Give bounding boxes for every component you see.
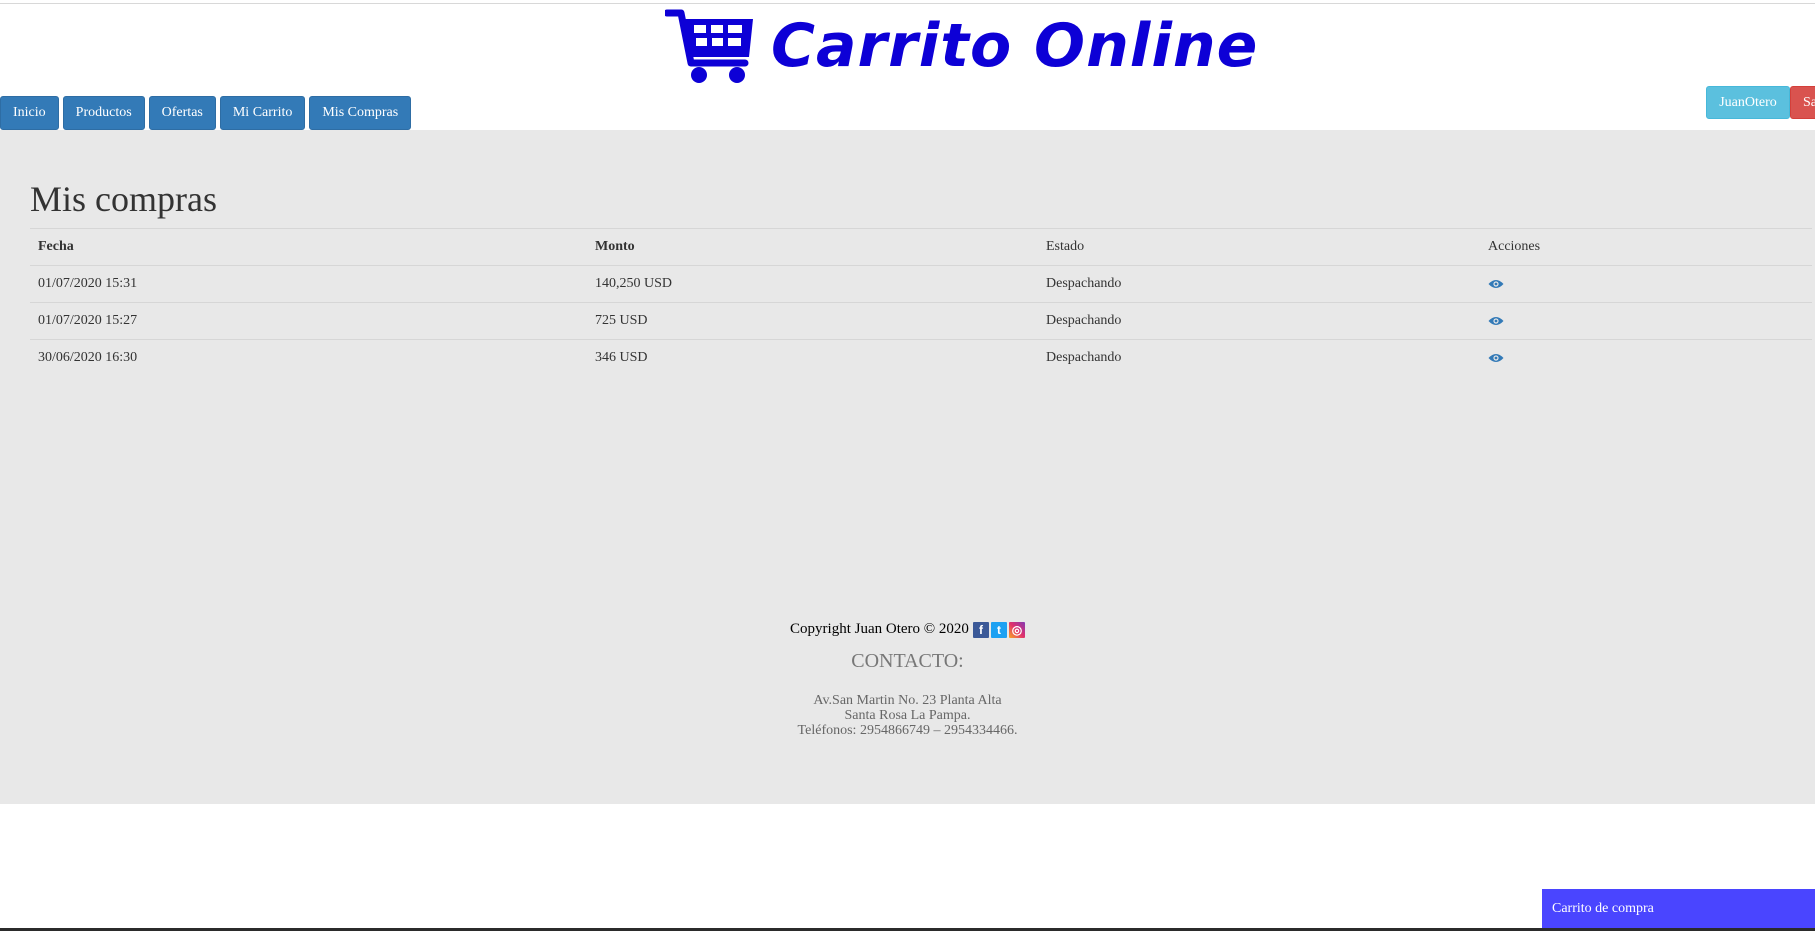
contact-address: Av.San Martin No. 23 Planta Alta Santa R… (0, 693, 1815, 738)
main-nav: Inicio Productos Ofertas Mi Carrito Mis … (0, 96, 415, 130)
cell-acciones (1480, 265, 1812, 303)
cell-fecha: 01/07/2020 15:31 (30, 265, 587, 303)
table-row: 30/06/2020 16:30 346 USD Despachando (30, 339, 1812, 376)
column-header-fecha: Fecha (30, 228, 587, 266)
footer: Copyright Juan Otero © 2020 f t ◎ CONTAC… (0, 620, 1815, 738)
table-row: 01/07/2020 15:31 140,250 USD Despachando (30, 265, 1812, 303)
shopping-cart-panel[interactable]: Carrito de compra (1542, 889, 1815, 929)
main-content: Mis compras Fecha Monto Estado Acciones … (0, 130, 1815, 804)
facebook-icon[interactable]: f (972, 621, 989, 638)
column-header-estado: Estado (1038, 228, 1480, 266)
instagram-icon[interactable]: ◎ (1008, 621, 1025, 638)
page-title: Mis compras (30, 179, 217, 219)
column-header-monto: Monto (587, 228, 1038, 266)
eye-icon[interactable] (1488, 353, 1504, 363)
address-line: Av.San Martin No. 23 Planta Alta (813, 693, 1002, 708)
column-header-acciones: Acciones (1480, 228, 1812, 266)
cell-estado: Despachando (1038, 339, 1480, 376)
nav-productos-button[interactable]: Productos (62, 96, 145, 130)
table-header-row: Fecha Monto Estado Acciones (30, 228, 1812, 266)
cell-fecha: 30/06/2020 16:30 (30, 339, 587, 376)
phone-numbers: Teléfonos: 2954866749 – 2954334466. (797, 723, 1018, 738)
nav-ofertas-button[interactable]: Ofertas (148, 96, 216, 130)
twitter-icon[interactable]: t (990, 621, 1007, 638)
cell-fecha: 01/07/2020 15:27 (30, 302, 587, 340)
eye-icon[interactable] (1488, 279, 1504, 289)
shopping-cart-icon (665, 9, 753, 83)
cell-estado: Despachando (1038, 265, 1480, 303)
contact-title: CONTACTO: (851, 650, 964, 672)
cell-monto: 725 USD (587, 302, 1038, 340)
address-city: Santa Rosa La Pampa. (844, 708, 971, 723)
nav-inicio-button[interactable]: Inicio (0, 96, 59, 130)
cell-acciones (1480, 339, 1812, 376)
cell-monto: 346 USD (587, 339, 1038, 376)
site-logo[interactable]: Carrito Online (665, 4, 1258, 88)
user-account-button[interactable]: JuanOtero (1706, 86, 1790, 119)
eye-icon[interactable] (1488, 316, 1504, 326)
site-title: Carrito Online (771, 11, 1259, 81)
cell-estado: Despachando (1038, 302, 1480, 340)
nav-mi-carrito-button[interactable]: Mi Carrito (219, 96, 306, 130)
logout-button[interactable]: Sa (1790, 86, 1815, 119)
copyright-text: Copyright Juan Otero © 2020 (790, 621, 969, 637)
nav-mis-compras-button[interactable]: Mis Compras (309, 96, 412, 130)
cell-monto: 140,250 USD (587, 265, 1038, 303)
cell-acciones (1480, 302, 1812, 340)
copyright: Copyright Juan Otero © 2020 f t ◎ (790, 621, 1025, 638)
purchases-table: Fecha Monto Estado Acciones 01/07/2020 1… (30, 228, 1812, 376)
table-row: 01/07/2020 15:27 725 USD Despachando (30, 302, 1812, 340)
